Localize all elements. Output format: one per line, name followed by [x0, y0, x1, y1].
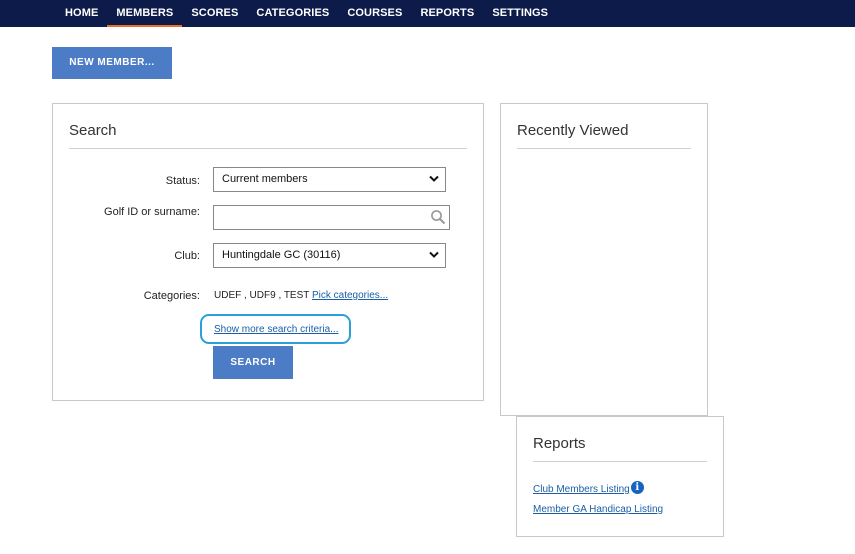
status-select[interactable]: Current members [213, 167, 446, 192]
recently-viewed-title: Recently Viewed [517, 122, 629, 139]
search-divider [69, 148, 467, 149]
recently-viewed-panel: Recently Viewed [500, 103, 708, 416]
golf-id-field[interactable] [213, 205, 450, 230]
recently-viewed-divider [517, 148, 691, 149]
nav-item-members[interactable]: MEMBERS [107, 0, 183, 27]
report-item: Club Members Listing i [533, 479, 644, 497]
info-icon[interactable]: i [630, 481, 644, 495]
categories-value: UDEF , UDF9 , TEST [214, 290, 310, 301]
reports-panel: Reports Club Members Listing i Member GA … [516, 416, 724, 537]
golf-id-label: Golf ID or surname: [104, 206, 200, 218]
nav-item-courses[interactable]: COURSES [338, 0, 411, 27]
new-member-button[interactable]: NEW MEMBER... [52, 47, 172, 79]
status-label: Status: [165, 175, 200, 187]
nav-item-categories[interactable]: CATEGORIES [247, 0, 338, 27]
search-panel: Search Status: Current members Golf ID o… [52, 103, 484, 401]
nav-item-settings[interactable]: SETTINGS [483, 0, 557, 27]
golf-id-input[interactable] [218, 207, 422, 229]
pick-categories-link[interactable]: Pick categories... [312, 290, 388, 301]
categories-label: Categories: [143, 290, 200, 302]
search-button[interactable]: SEARCH [213, 346, 293, 379]
search-title: Search [69, 122, 117, 139]
chevron-down-icon [429, 175, 439, 182]
club-members-listing-link[interactable]: Club Members Listing [533, 484, 630, 495]
search-icon[interactable] [430, 209, 446, 225]
categories-row: UDEF , UDF9 , TEST Pick categories... [214, 290, 388, 301]
club-select[interactable]: Huntingdale GC (30116) [213, 243, 446, 268]
top-nav: HOME MEMBERS SCORES CATEGORIES COURSES R… [0, 0, 855, 27]
nav-item-scores[interactable]: SCORES [182, 0, 247, 27]
club-select-value: Huntingdale GC (30116) [222, 249, 341, 261]
status-select-value: Current members [222, 173, 308, 185]
reports-divider [533, 461, 707, 462]
more-search-criteria-link[interactable]: Show more search criteria... [214, 324, 339, 335]
nav-item-reports[interactable]: REPORTS [411, 0, 483, 27]
chevron-down-icon [429, 251, 439, 258]
nav-item-home[interactable]: HOME [56, 0, 107, 27]
reports-title: Reports [533, 435, 586, 452]
club-label: Club: [174, 250, 200, 262]
member-ga-handicap-listing-link[interactable]: Member GA Handicap Listing [533, 504, 663, 515]
